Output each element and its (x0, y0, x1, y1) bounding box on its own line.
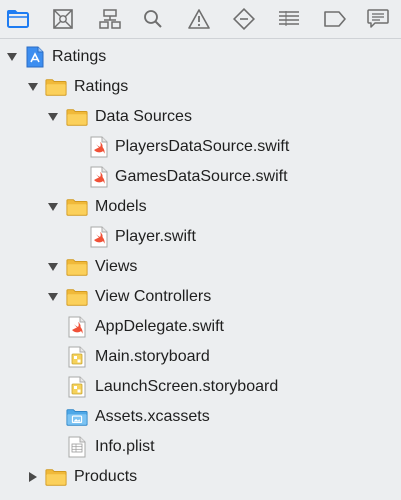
find-icon (143, 9, 163, 29)
symbol-navigator-button[interactable] (95, 5, 125, 33)
tree-item-label: LaunchScreen.storyboard (95, 378, 279, 395)
tree-item-models-folder[interactable]: Models (0, 192, 401, 222)
test-icon (233, 8, 255, 30)
tree-item-app-delegate[interactable]: AppDelegate.swift (0, 312, 401, 342)
tree-item-label: Products (74, 468, 138, 485)
tree-item-ratings-folder[interactable]: Ratings (0, 72, 401, 102)
folder-icon (66, 196, 88, 218)
tree-item-label: Player.swift (115, 228, 196, 245)
project-icon (24, 46, 46, 68)
breakpoint-icon (324, 11, 346, 27)
disclosure-triangle-collapsed-icon[interactable] (27, 471, 39, 483)
storyboard-file-icon (66, 346, 88, 368)
source-control-icon (53, 9, 73, 29)
tree-item-label: Assets.xcassets (95, 408, 210, 425)
project-navigator-tree: Ratings Ratings Data Sources PlayersData… (0, 42, 401, 492)
navigator-toolbar (0, 0, 401, 39)
tree-item-label: Views (95, 258, 138, 275)
plist-file-icon (66, 436, 88, 458)
tree-item-ratings-project[interactable]: Ratings (0, 42, 401, 72)
asset-catalog-icon (66, 406, 88, 428)
test-navigator-button[interactable] (229, 5, 259, 33)
disclosure-triangle-expanded-icon[interactable] (47, 291, 59, 303)
folder-icon (66, 286, 88, 308)
disclosure-triangle-expanded-icon[interactable] (47, 261, 59, 273)
folder-icon (66, 106, 88, 128)
disclosure-triangle-expanded-icon[interactable] (47, 201, 59, 213)
debug-navigator-button[interactable] (274, 5, 304, 33)
issue-navigator-button[interactable] (184, 5, 214, 33)
tree-item-products-folder[interactable]: Products (0, 462, 401, 492)
tree-item-label: Main.storyboard (95, 348, 210, 365)
tree-item-player-swift[interactable]: Player.swift (0, 222, 401, 252)
project-navigator-icon (7, 10, 29, 28)
issue-icon (188, 9, 210, 29)
tree-item-label: GamesDataSource.swift (115, 168, 288, 185)
tree-item-main-storyboard[interactable]: Main.storyboard (0, 342, 401, 372)
tree-item-info-plist[interactable]: Info.plist (0, 432, 401, 462)
tree-item-label: Ratings (52, 48, 107, 65)
tree-item-label: Data Sources (95, 108, 192, 125)
folder-icon (45, 76, 67, 98)
tree-item-label: View Controllers (95, 288, 212, 305)
symbol-navigator-icon (99, 9, 121, 29)
swift-file-icon (66, 316, 88, 338)
tree-item-assets[interactable]: Assets.xcassets (0, 402, 401, 432)
swift-file-icon (88, 166, 110, 188)
tree-item-label: Info.plist (95, 438, 155, 455)
tree-item-games-data-source[interactable]: GamesDataSource.swift (0, 162, 401, 192)
debug-icon (278, 10, 300, 28)
folder-icon (45, 466, 67, 488)
swift-file-icon (88, 226, 110, 248)
folder-icon (66, 256, 88, 278)
tree-item-view-controllers-folder[interactable]: View Controllers (0, 282, 401, 312)
tree-item-players-data-source[interactable]: PlayersDataSource.swift (0, 132, 401, 162)
disclosure-triangle-expanded-icon[interactable] (47, 111, 59, 123)
source-control-button[interactable] (48, 5, 78, 33)
disclosure-triangle-expanded-icon[interactable] (6, 51, 18, 63)
tree-item-views-folder[interactable]: Views (0, 252, 401, 282)
swift-file-icon (88, 136, 110, 158)
tree-item-label: PlayersDataSource.swift (115, 138, 290, 155)
disclosure-triangle-expanded-icon[interactable] (27, 81, 39, 93)
tree-item-launch-screen-storyboard[interactable]: LaunchScreen.storyboard (0, 372, 401, 402)
tree-item-data-sources-folder[interactable]: Data Sources (0, 102, 401, 132)
storyboard-file-icon (66, 376, 88, 398)
breakpoint-navigator-button[interactable] (320, 5, 350, 33)
tree-item-label: Ratings (74, 78, 129, 95)
report-icon (367, 9, 389, 29)
report-navigator-button[interactable] (363, 5, 393, 33)
find-navigator-button[interactable] (138, 5, 168, 33)
tree-item-label: AppDelegate.swift (95, 318, 224, 335)
project-navigator-button[interactable] (3, 5, 33, 33)
tree-item-label: Models (95, 198, 147, 215)
